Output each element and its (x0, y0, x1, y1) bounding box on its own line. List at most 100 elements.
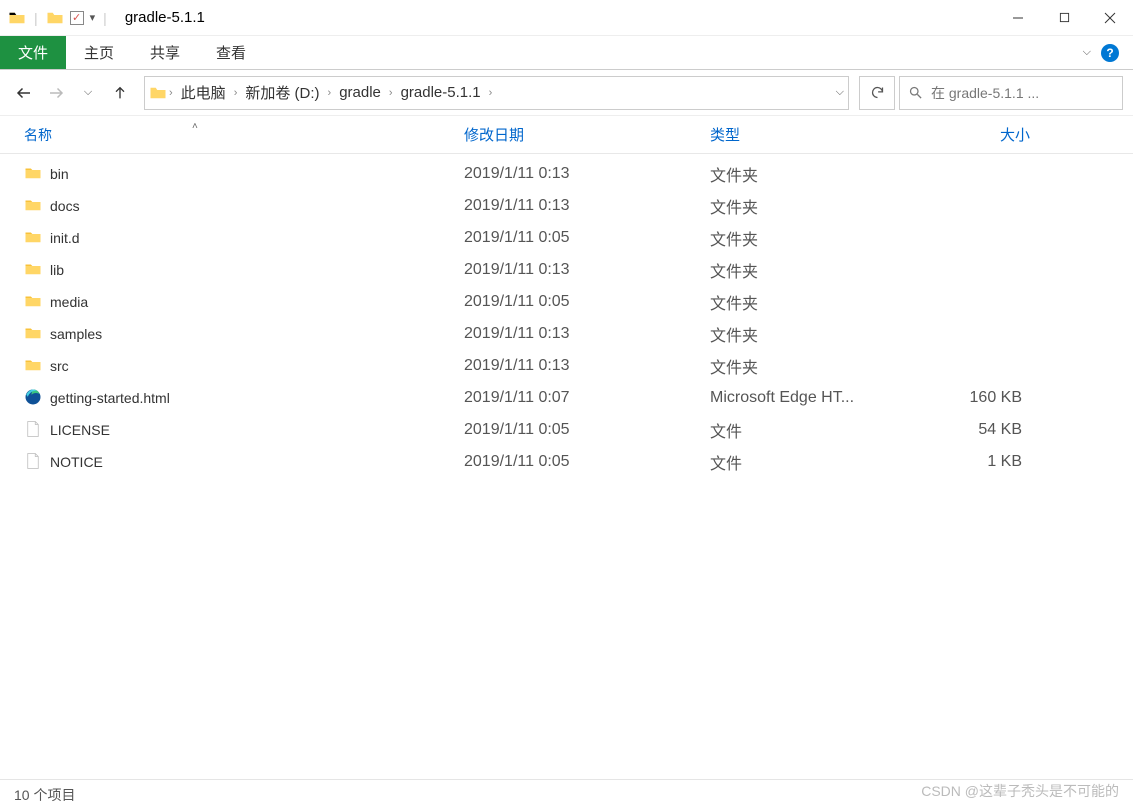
qat-checkbox[interactable]: ✓ (70, 11, 84, 25)
file-name: docs (50, 198, 80, 214)
file-row[interactable]: init.d 2019/1/11 0:05文件夹 (0, 222, 1133, 254)
file-date: 2019/1/11 0:13 (464, 165, 710, 183)
file-name: bin (50, 166, 69, 182)
chevron-right-icon[interactable]: › (389, 87, 393, 99)
search-icon (908, 85, 923, 100)
file-name: init.d (50, 230, 80, 246)
refresh-button[interactable] (859, 76, 895, 110)
file-date: 2019/1/11 0:13 (464, 357, 710, 375)
file-name: media (50, 294, 88, 310)
file-name: samples (50, 326, 102, 342)
file-name: src (50, 358, 69, 374)
file-name: NOTICE (50, 454, 103, 470)
status-text: 10 个项目 (14, 785, 75, 805)
column-type[interactable]: 类型 (710, 124, 910, 145)
column-name[interactable]: 名称 ˄ (24, 125, 464, 145)
maximize-button[interactable] (1041, 0, 1087, 36)
file-size: 1 KB (910, 453, 1030, 471)
close-button[interactable] (1087, 0, 1133, 36)
file-name: lib (50, 262, 64, 278)
file-icon (24, 452, 42, 473)
file-date: 2019/1/11 0:05 (464, 293, 710, 311)
address-dropdown-icon[interactable]: ⌵ (836, 86, 844, 99)
tab-view[interactable]: 查看 (198, 36, 264, 69)
column-date[interactable]: 修改日期 (464, 124, 710, 145)
navigation-bar: ⌵ › 此电脑 › 新加卷 (D:) › gradle › gradle-5.1… (0, 70, 1133, 116)
tab-file[interactable]: 文件 (0, 36, 66, 69)
up-button[interactable] (106, 79, 134, 107)
file-row[interactable]: media2019/1/11 0:05文件夹 (0, 286, 1133, 318)
qat-separator: | (34, 10, 38, 26)
file-row[interactable]: NOTICE 2019/1/11 0:05文件1 KB (0, 446, 1133, 478)
file-type: 文件 (710, 450, 910, 474)
file-date: 2019/1/11 0:05 (464, 453, 710, 471)
file-name: LICENSE (50, 422, 110, 438)
file-type: 文件夹 (710, 354, 910, 378)
file-row[interactable]: docs 2019/1/11 0:13文件夹 (0, 190, 1133, 222)
chevron-right-icon[interactable]: › (489, 87, 493, 99)
address-bar[interactable]: › 此电脑 › 新加卷 (D:) › gradle › gradle-5.1.1… (144, 76, 849, 110)
file-date: 2019/1/11 0:05 (464, 421, 710, 439)
file-row[interactable]: bin 2019/1/11 0:13文件夹 (0, 158, 1133, 190)
file-type: Microsoft Edge HT... (710, 389, 910, 407)
file-list: bin2019/1/11 0:13文件夹docs2019/1/11 0:13文件… (0, 154, 1133, 779)
app-folder-icon (8, 9, 26, 27)
watermark: CSDN @这辈子秃头是不可能的 (921, 781, 1119, 801)
folder-icon (24, 196, 42, 217)
window-controls (995, 0, 1133, 36)
file-type: 文件夹 (710, 194, 910, 218)
file-date: 2019/1/11 0:05 (464, 229, 710, 247)
recent-dropdown-icon[interactable]: ⌵ (74, 79, 102, 107)
titlebar: | ✓ ▾ | gradle-5.1.1 (0, 0, 1133, 36)
chevron-right-icon[interactable]: › (328, 87, 332, 99)
help-icon[interactable]: ? (1101, 44, 1119, 62)
file-type: 文件 (710, 418, 910, 442)
file-row[interactable]: samples 2019/1/11 0:13文件夹 (0, 318, 1133, 350)
breadcrumb-item[interactable]: gradle (333, 82, 387, 103)
breadcrumb-item[interactable]: 新加卷 (D:) (239, 80, 325, 105)
window-title: gradle-5.1.1 (125, 9, 205, 26)
qat-dropdown-icon[interactable]: ▾ (90, 11, 96, 24)
back-button[interactable] (10, 79, 38, 107)
file-row[interactable]: lib 2019/1/11 0:13文件夹 (0, 254, 1133, 286)
search-placeholder: 在 gradle-5.1.1 ... (931, 83, 1039, 103)
file-row[interactable]: getting-started.html 2019/1/11 0:07Micros… (0, 382, 1133, 414)
address-folder-icon (149, 84, 167, 102)
file-icon (24, 420, 42, 441)
minimize-button[interactable] (995, 0, 1041, 36)
qat-folder-icon[interactable] (46, 9, 64, 27)
folder-icon (24, 260, 42, 281)
folder-icon (24, 356, 42, 377)
file-name: getting-started.html (50, 390, 170, 406)
chevron-right-icon: › (169, 87, 173, 99)
chevron-right-icon[interactable]: › (234, 87, 238, 99)
ribbon-collapse-icon[interactable]: ⌵ (1083, 46, 1091, 59)
edge-icon (24, 388, 42, 409)
file-type: 文件夹 (710, 322, 910, 346)
breadcrumb-item[interactable]: gradle-5.1.1 (395, 82, 487, 103)
search-input[interactable]: 在 gradle-5.1.1 ... (899, 76, 1123, 110)
file-date: 2019/1/11 0:13 (464, 197, 710, 215)
folder-icon (24, 324, 42, 345)
file-date: 2019/1/11 0:07 (464, 389, 710, 407)
folder-icon (24, 228, 42, 249)
file-date: 2019/1/11 0:13 (464, 261, 710, 279)
qat-separator-2: | (103, 10, 107, 26)
file-type: 文件夹 (710, 258, 910, 282)
breadcrumb-item[interactable]: 此电脑 (175, 80, 232, 105)
folder-icon (24, 164, 42, 185)
tab-home[interactable]: 主页 (66, 36, 132, 69)
file-type: 文件夹 (710, 162, 910, 186)
file-date: 2019/1/11 0:13 (464, 325, 710, 343)
column-size[interactable]: 大小 (910, 124, 1030, 145)
file-row[interactable]: src 2019/1/11 0:13文件夹 (0, 350, 1133, 382)
tab-share[interactable]: 共享 (132, 36, 198, 69)
forward-button[interactable] (42, 79, 70, 107)
sort-indicator-icon: ˄ (192, 121, 198, 132)
ribbon-tabs: 文件 主页 共享 查看 ⌵ ? (0, 36, 1133, 70)
column-headers: 名称 ˄ 修改日期 类型 大小 (0, 116, 1133, 154)
file-type: 文件夹 (710, 226, 910, 250)
file-size: 54 KB (910, 421, 1030, 439)
quick-access-toolbar: | ✓ ▾ | gradle-5.1.1 (0, 9, 205, 27)
file-row[interactable]: LICENSE 2019/1/11 0:05文件54 KB (0, 414, 1133, 446)
